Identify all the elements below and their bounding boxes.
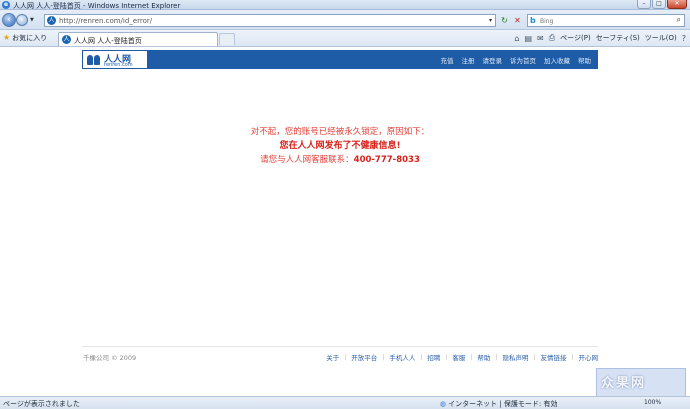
bing-icon: b — [530, 16, 536, 25]
address-toolbar: ‹ › ▼ 人 http://renren.com/id_error/ ▾ ↻ … — [0, 10, 690, 30]
copyright: 千橡公司 © 2009 — [83, 354, 137, 362]
renren-logo-icon — [87, 54, 101, 66]
message-line-3: 请您与人人网客服联系：400-777-8033 — [82, 153, 598, 167]
search-input[interactable] — [540, 16, 660, 26]
command-bar: ⌂ ▤ ✉ ⎙ ページ(P) セーフティ(S) ツール(O) ? — [514, 33, 686, 43]
security-zone[interactable]: ◍ インターネット | 保護モード: 有効 — [440, 399, 558, 409]
home-icon[interactable]: ⌂ — [514, 34, 519, 43]
footer-separator: | — [571, 353, 574, 361]
page-menu[interactable]: ページ(P) — [560, 33, 591, 43]
footer-separator: | — [344, 353, 347, 361]
feeds-icon[interactable]: ▤ — [524, 34, 532, 43]
stop-icon[interactable]: ✕ — [512, 15, 523, 26]
favorites-button[interactable]: ★ お気に入り — [3, 33, 47, 43]
nav-recharge[interactable]: 充值 — [441, 55, 454, 65]
site-header: 人人网 renren.com 充值 注册 请登录 诉为首页 加入收藏 帮助 — [82, 50, 598, 69]
footer-separator: | — [533, 353, 536, 361]
window-title-bar: e 人人网 人人-登陆首页 - Windows Internet Explore… — [0, 0, 690, 10]
logo-text-en: renren.com — [104, 62, 133, 68]
safety-menu[interactable]: セーフティ(S) — [596, 33, 640, 43]
footer-link-privacy[interactable]: 隐私声明 — [502, 352, 528, 362]
footer-separator: | — [382, 353, 385, 361]
minimize-icon[interactable]: – — [637, 0, 651, 9]
status-bar: ページが表示されました ◍ インターネット | 保護モード: 有効 100% — [0, 396, 690, 409]
footer-separator: | — [420, 353, 423, 361]
address-bar[interactable]: 人 http://renren.com/id_error/ ▾ — [44, 14, 496, 27]
star-icon: ★ — [3, 33, 11, 42]
address-dropdown-icon[interactable]: ▾ — [489, 17, 492, 24]
new-tab-button[interactable] — [219, 33, 235, 45]
message-line-1: 对不起，您的账号已经被永久锁定，原因如下： — [250, 127, 430, 137]
footer-links: 关于 | 开放平台 | 手机人人 | 招聘 | 客服 | 帮助 | 隐私声明 | 友情链接 | … — [326, 352, 599, 363]
footer-link-mobile[interactable]: 手机人人 — [389, 352, 415, 362]
refresh-icon[interactable]: ↻ — [499, 15, 510, 26]
error-message: 对不起，您的账号已经被永久锁定，原因如下： 您在人人网发布了不健康信息! 请您与… — [82, 125, 598, 167]
site-logo[interactable]: 人人网 renren.com — [82, 50, 148, 69]
footer-link-kaixin[interactable]: 开心网 — [579, 352, 599, 362]
zone-text: インターネット | 保護モード: 有効 — [448, 400, 558, 408]
back-button[interactable]: ‹ — [2, 13, 16, 27]
footer-link-about[interactable]: 关于 — [326, 352, 339, 362]
footer-link-service[interactable]: 客服 — [452, 352, 465, 362]
close-icon[interactable]: ✕ — [667, 0, 687, 9]
search-icon[interactable]: ⌕ — [677, 15, 681, 25]
watermark-text: 众果网 — [601, 376, 647, 391]
footer-link-jobs[interactable]: 招聘 — [427, 352, 440, 362]
site-nav: 充值 注册 请登录 诉为首页 加入收藏 帮助 — [441, 55, 592, 65]
message-line-2: 您在人人网发布了不健康信息! — [279, 141, 401, 151]
zoom-level[interactable]: 100% — [644, 399, 661, 406]
ie-logo-icon: e — [2, 1, 10, 9]
tab-renren[interactable]: 人 人人网 人人-登陆首页 — [58, 32, 218, 46]
globe-icon: ◍ — [440, 400, 447, 408]
mail-icon[interactable]: ✉ — [537, 34, 544, 43]
address-url[interactable]: http://renren.com/id_error/ — [59, 17, 152, 25]
status-text: ページが表示されました — [3, 400, 80, 408]
footer-link-help[interactable]: 帮助 — [477, 352, 490, 362]
tools-menu[interactable]: ツール(O) — [645, 33, 677, 43]
maximize-icon[interactable]: □ — [652, 0, 666, 9]
nav-help[interactable]: 帮助 — [578, 55, 591, 65]
watermark: 众果网 — [596, 368, 686, 398]
help-icon[interactable]: ? — [682, 34, 686, 43]
print-icon[interactable]: ⎙ — [549, 33, 555, 43]
footer-separator: | — [495, 353, 498, 361]
contact-prefix: 请您与人人网客服联系： — [260, 155, 354, 165]
contact-phone: 400-777-8033 — [353, 155, 420, 165]
window-controls: – □ ✕ — [637, 0, 687, 9]
site-favicon-icon: 人 — [47, 16, 56, 25]
tab-label: 人人网 人人-登陆首页 — [74, 37, 142, 45]
nav-set-homepage[interactable]: 诉为首页 — [510, 55, 536, 65]
tab-toolbar: ★ お気に入り 人 人人网 人人-登陆首页 ⌂ ▤ ✉ ⎙ ページ(P) セーフテ… — [0, 30, 690, 47]
search-box[interactable]: b ⌕ — [527, 14, 685, 27]
forward-button[interactable]: › — [16, 14, 28, 26]
footer-link-friends[interactable]: 友情链接 — [540, 352, 566, 362]
footer-link-open-platform[interactable]: 开放平台 — [351, 352, 377, 362]
footer-separator: | — [445, 353, 448, 361]
nav-login[interactable]: 请登录 — [483, 55, 503, 65]
page-content: 人人网 renren.com 充值 注册 请登录 诉为首页 加入收藏 帮助 对不… — [0, 47, 690, 396]
history-dropdown-icon[interactable]: ▼ — [30, 17, 34, 23]
nav-register[interactable]: 注册 — [462, 55, 475, 65]
nav-add-favorite[interactable]: 加入收藏 — [544, 55, 570, 65]
footer-separator: | — [470, 353, 473, 361]
tab-favicon-icon: 人 — [62, 35, 71, 44]
site-footer: 千橡公司 © 2009 关于 | 开放平台 | 手机人人 | 招聘 | 客服 | 帮助 | … — [82, 346, 598, 362]
favorites-label: お気に入り — [12, 34, 48, 42]
